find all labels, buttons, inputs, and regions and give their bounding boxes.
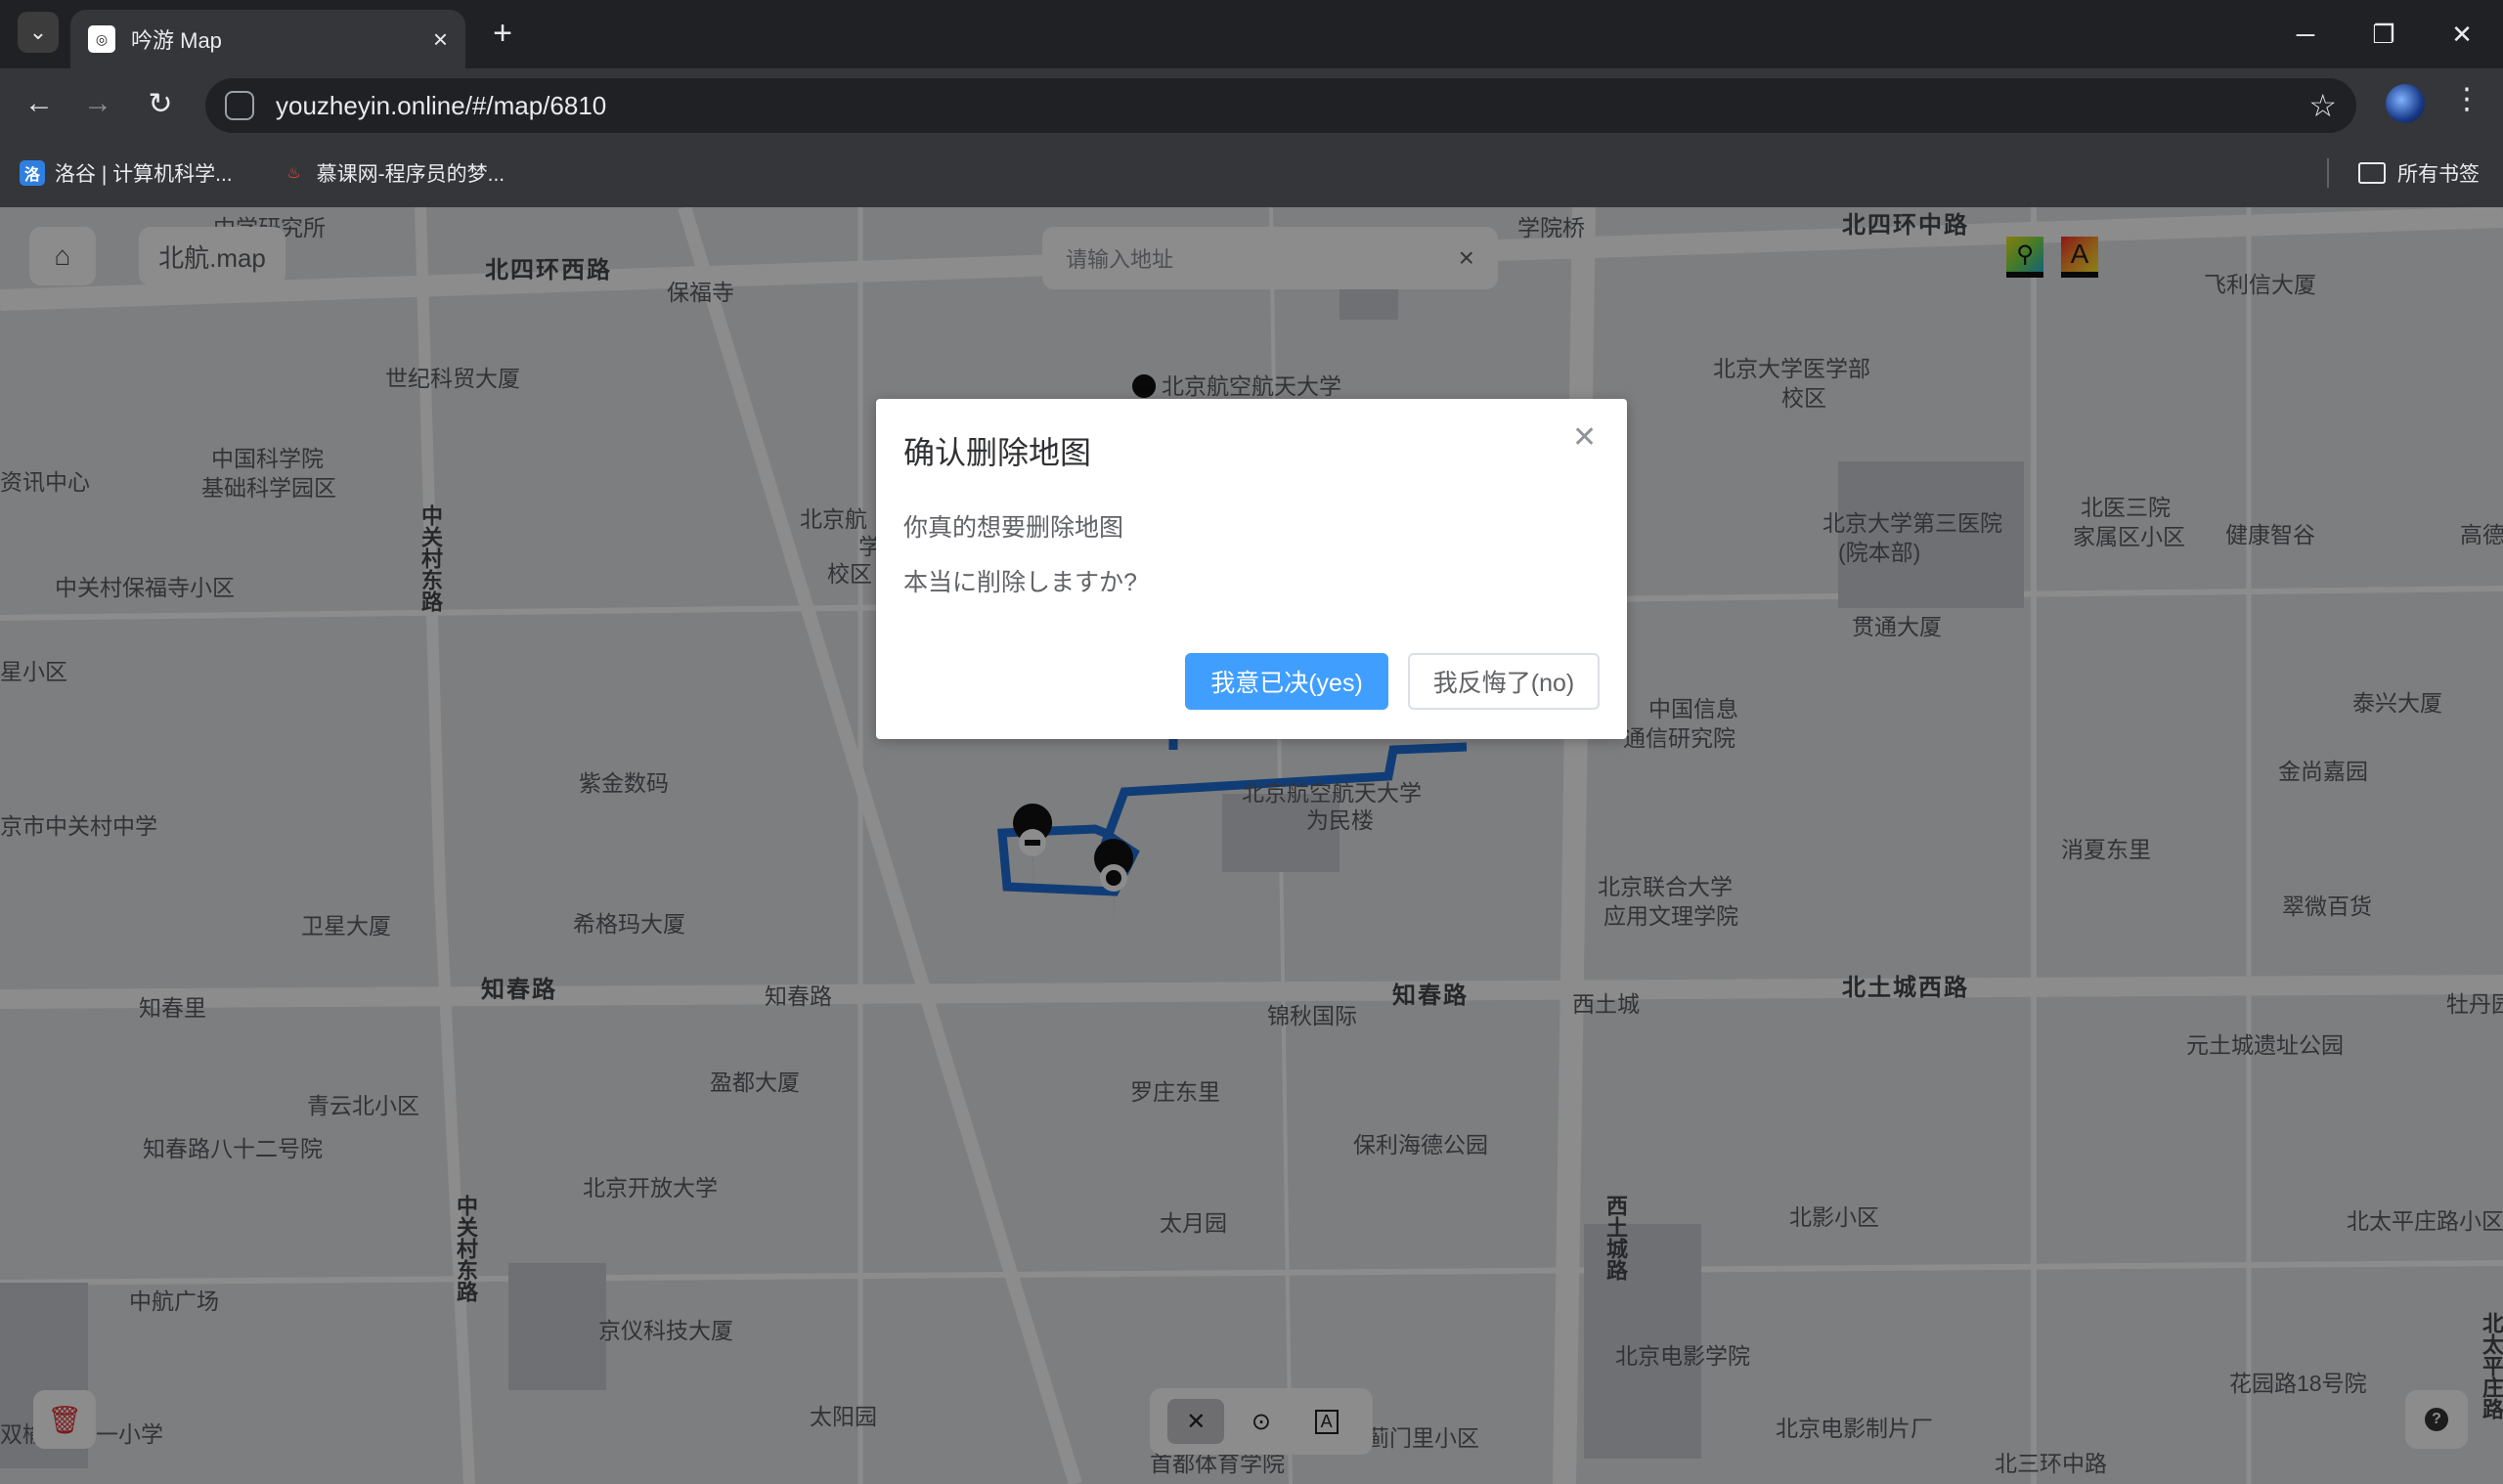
address-bar[interactable]: youzheyin.online/#/map/6810 ☆ — [205, 78, 2356, 133]
bookmark-imooc[interactable]: ♨ 慕课网-程序员的梦... — [282, 158, 505, 188]
close-icon[interactable]: ✕ — [1572, 420, 1597, 455]
folder-icon — [2358, 162, 2386, 184]
dialog-title: 确认删除地图 — [903, 435, 1092, 470]
reload-button[interactable]: ↻ — [139, 82, 182, 125]
all-bookmarks-label: 所有书签 — [2397, 163, 2480, 186]
bookmark-luogu[interactable]: 洛 洛谷 | 计算机科学... — [20, 158, 233, 188]
close-window-button[interactable]: ✕ — [2423, 0, 2501, 68]
dialog-message: 你真的想要删除地图 — [903, 514, 1124, 542]
profile-avatar[interactable] — [2386, 84, 2425, 123]
restore-button[interactable]: ❐ — [2345, 0, 2423, 68]
tab-search-button[interactable]: ⌄ — [18, 12, 59, 53]
tab-title: 吟游 Map — [131, 28, 222, 53]
bookmarks-divider — [2327, 158, 2329, 188]
luogu-icon: 洛 — [20, 160, 45, 186]
active-tab[interactable]: ◎ 吟游 Map × — [70, 10, 465, 68]
url-text: youzheyin.online/#/map/6810 — [276, 90, 607, 120]
bookmark-label: 洛谷 | 计算机科学... — [55, 163, 233, 186]
new-tab-button[interactable]: + — [483, 14, 522, 53]
tab-close-icon[interactable]: × — [433, 24, 448, 55]
flame-icon: ♨ — [286, 165, 301, 182]
page-viewport: 中学研究所 学院桥 北四环中路 北四环西路 保福寺 飞利信大厦 世纪科贸大厦 北… — [0, 207, 2503, 1484]
bookmark-star-icon[interactable]: ☆ — [2308, 87, 2337, 124]
confirm-delete-dialog: 确认删除地图 ✕ 你真的想要删除地图 本当に削除しますか? 我意已决(yes) … — [876, 399, 1627, 739]
minimize-button[interactable]: ─ — [2266, 0, 2345, 68]
all-bookmarks-button[interactable]: 所有书签 — [2358, 158, 2480, 188]
dialog-message-jp: 本当に削除しますか? — [903, 569, 1137, 596]
bookmark-label: 慕课网-程序员的梦... — [316, 163, 505, 186]
cancel-button[interactable]: 我反悔了(no) — [1408, 653, 1600, 710]
back-button[interactable]: ← — [18, 82, 61, 125]
toolbar: ← → ↻ youzheyin.online/#/map/6810 ☆ — [0, 68, 2503, 139]
tab-strip: ⌄ ◎ 吟游 Map × + ─ ❐ ✕ — [0, 0, 2503, 68]
site-favicon-icon: ◎ — [88, 25, 115, 53]
browser-chrome: ⌄ ◎ 吟游 Map × + ─ ❐ ✕ ← → ↻ youzheyin.onl… — [0, 0, 2503, 207]
browser-menu-icon[interactable]: ⋮ — [2452, 82, 2481, 116]
site-info-icon[interactable] — [225, 91, 254, 120]
forward-button[interactable]: → — [76, 82, 119, 125]
bookmarks-bar: 洛 洛谷 | 计算机科学... ♨ 慕课网-程序员的梦... 所有书签 — [0, 139, 2503, 207]
confirm-button[interactable]: 我意已决(yes) — [1185, 653, 1388, 710]
